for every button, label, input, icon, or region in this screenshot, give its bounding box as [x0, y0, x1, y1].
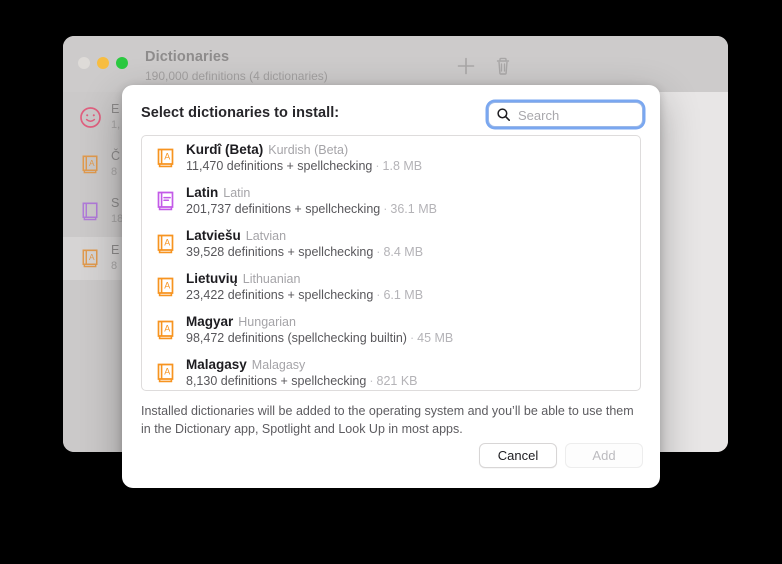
meta-separator: ·: [375, 159, 380, 173]
book-a-icon: A: [153, 231, 179, 257]
svg-text:A: A: [164, 366, 170, 376]
dictionary-definitions: 8,130 definitions + spellchecking: [186, 374, 367, 388]
meta-separator: ·: [383, 202, 388, 216]
dictionary-definitions: 201,737 definitions + spellchecking: [186, 202, 381, 216]
dictionary-size: 821 KB: [376, 374, 418, 388]
search-icon: [496, 107, 511, 122]
dictionary-name-line: Latin Latin: [186, 184, 250, 202]
dictionary-meta-line: 201,737 definitions + spellchecking · 36.1…: [186, 202, 437, 216]
window-title: Dictionaries: [145, 49, 230, 65]
list-item[interactable]: A Latviešu Latvian 39,528 definitions + s…: [142, 222, 640, 265]
list-item[interactable]: Latin Latin 201,737 definitions + spellch…: [142, 179, 640, 222]
sidebar-item-label: Č: [111, 149, 121, 163]
svg-text:A: A: [164, 323, 170, 333]
screen: Dictionaries 190,000 definitions (4 dict…: [0, 0, 782, 564]
window-titlebar: Dictionaries 190,000 definitions (4 dict…: [63, 36, 728, 92]
book-a-icon: A: [153, 317, 179, 343]
minimize-button[interactable]: [97, 57, 109, 69]
close-button[interactable]: [78, 57, 90, 69]
book-plain-icon: [78, 199, 103, 224]
dictionary-native-name: Lietuvių: [186, 271, 238, 286]
dictionary-english-name: Hungarian: [238, 315, 296, 329]
dictionary-meta-line: 8,130 definitions + spellchecking · 821 KB: [186, 374, 418, 388]
dictionary-size: 45 MB: [417, 331, 454, 345]
dictionary-size: 6.1 MB: [383, 288, 424, 302]
sidebar-item-sublabel: 8: [111, 260, 118, 272]
dictionary-meta-line: 11,470 definitions + spellchecking · 1.8 M…: [186, 159, 422, 173]
book-a-icon: A: [153, 145, 179, 171]
meta-separator: ·: [369, 374, 374, 388]
book-a-icon: A: [153, 360, 179, 386]
dictionary-native-name: Malagasy: [186, 357, 247, 372]
svg-text:A: A: [89, 253, 95, 262]
svg-text:A: A: [164, 151, 170, 161]
dictionary-native-name: Latin: [186, 185, 219, 200]
svg-text:A: A: [164, 280, 170, 290]
dictionary-english-name: Lithuanian: [242, 272, 301, 286]
dictionary-name-line: Lietuvių Lithuanian: [186, 270, 300, 288]
list-item[interactable]: A Lietuvių Lithuanian 23,422 definitions …: [142, 265, 640, 308]
sidebar-item-label: S: [111, 196, 120, 210]
list-item[interactable]: A Magyar Hungarian 98,472 definitions (sp…: [142, 308, 640, 351]
meta-separator: ·: [409, 331, 415, 345]
emoji-face-icon: [78, 105, 103, 130]
dictionary-native-name: Magyar: [186, 314, 234, 329]
dictionary-name-line: Magyar Hungarian: [186, 313, 296, 331]
list-item[interactable]: A Malagasy Malagasy 8,130 definitions + s…: [142, 351, 640, 390]
list-item[interactable]: A Kurdî (Beta) Kurdish (Beta) 11,470 defi…: [142, 136, 640, 179]
footer-note: Installed dictionaries will be added to …: [141, 404, 634, 436]
dialog-heading: Select dictionaries to install:: [141, 105, 340, 121]
meta-separator: ·: [376, 245, 381, 259]
trash-icon[interactable]: [490, 53, 516, 79]
svg-text:A: A: [164, 237, 170, 247]
book-lines-icon: [153, 188, 179, 214]
dictionary-native-name: Latviešu: [186, 228, 241, 243]
dictionary-english-name: Malagasy: [251, 358, 306, 372]
book-a-icon: A: [78, 246, 103, 271]
dictionary-definitions: 11,470 definitions + spellchecking: [186, 159, 373, 173]
dictionary-english-name: Latin: [223, 186, 251, 200]
dictionary-definitions: 98,472 definitions (spellchecking builti…: [186, 331, 407, 345]
dictionary-meta-line: 23,422 definitions + spellchecking · 6.1 M…: [186, 288, 423, 302]
window-subtitle: 190,000 definitions (4 dictionaries): [145, 69, 328, 83]
dictionary-size: 36.1 MB: [390, 202, 437, 216]
dictionary-name-line: Latviešu Latvian: [186, 227, 286, 245]
sidebar-item-label: E: [111, 243, 120, 257]
book-a-icon: A: [78, 152, 103, 177]
dictionary-meta-line: 98,472 definitions (spellchecking builti…: [186, 331, 453, 345]
dictionary-english-name: Kurdish (Beta): [268, 143, 349, 157]
add-button[interactable]: Add: [565, 443, 643, 468]
maximize-button[interactable]: [116, 57, 128, 69]
dictionary-english-name: Latvian: [245, 229, 287, 243]
meta-separator: ·: [376, 288, 381, 302]
dictionary-size: 1.8 MB: [382, 159, 423, 173]
book-a-icon: A: [153, 274, 179, 300]
search-input[interactable]: [516, 103, 640, 128]
dictionary-native-name: Kurdî (Beta): [186, 142, 264, 157]
sidebar-item-label: E: [111, 102, 120, 116]
search-field[interactable]: [488, 102, 643, 128]
dictionary-name-line: Malagasy Malagasy: [186, 356, 305, 374]
cancel-button[interactable]: Cancel: [479, 443, 557, 468]
dictionary-size: 8.4 MB: [383, 245, 424, 259]
sidebar-item-sublabel: 1,: [111, 119, 121, 131]
dictionary-definitions: 39,528 definitions + spellchecking: [186, 245, 374, 259]
dictionary-definitions: 23,422 definitions + spellchecking: [186, 288, 374, 302]
sidebar-item-sublabel: 8: [111, 166, 118, 178]
dictionary-name-line: Kurdî (Beta) Kurdish (Beta): [186, 141, 348, 159]
dictionary-list[interactable]: A Kurdî (Beta) Kurdish (Beta) 11,470 defi…: [141, 135, 641, 391]
install-dictionaries-dialog: Select dictionaries to install: A: [122, 85, 660, 488]
plus-icon[interactable]: [453, 53, 479, 79]
svg-text:A: A: [89, 159, 95, 168]
dictionary-meta-line: 39,528 definitions + spellchecking · 8.4 M…: [186, 245, 423, 259]
